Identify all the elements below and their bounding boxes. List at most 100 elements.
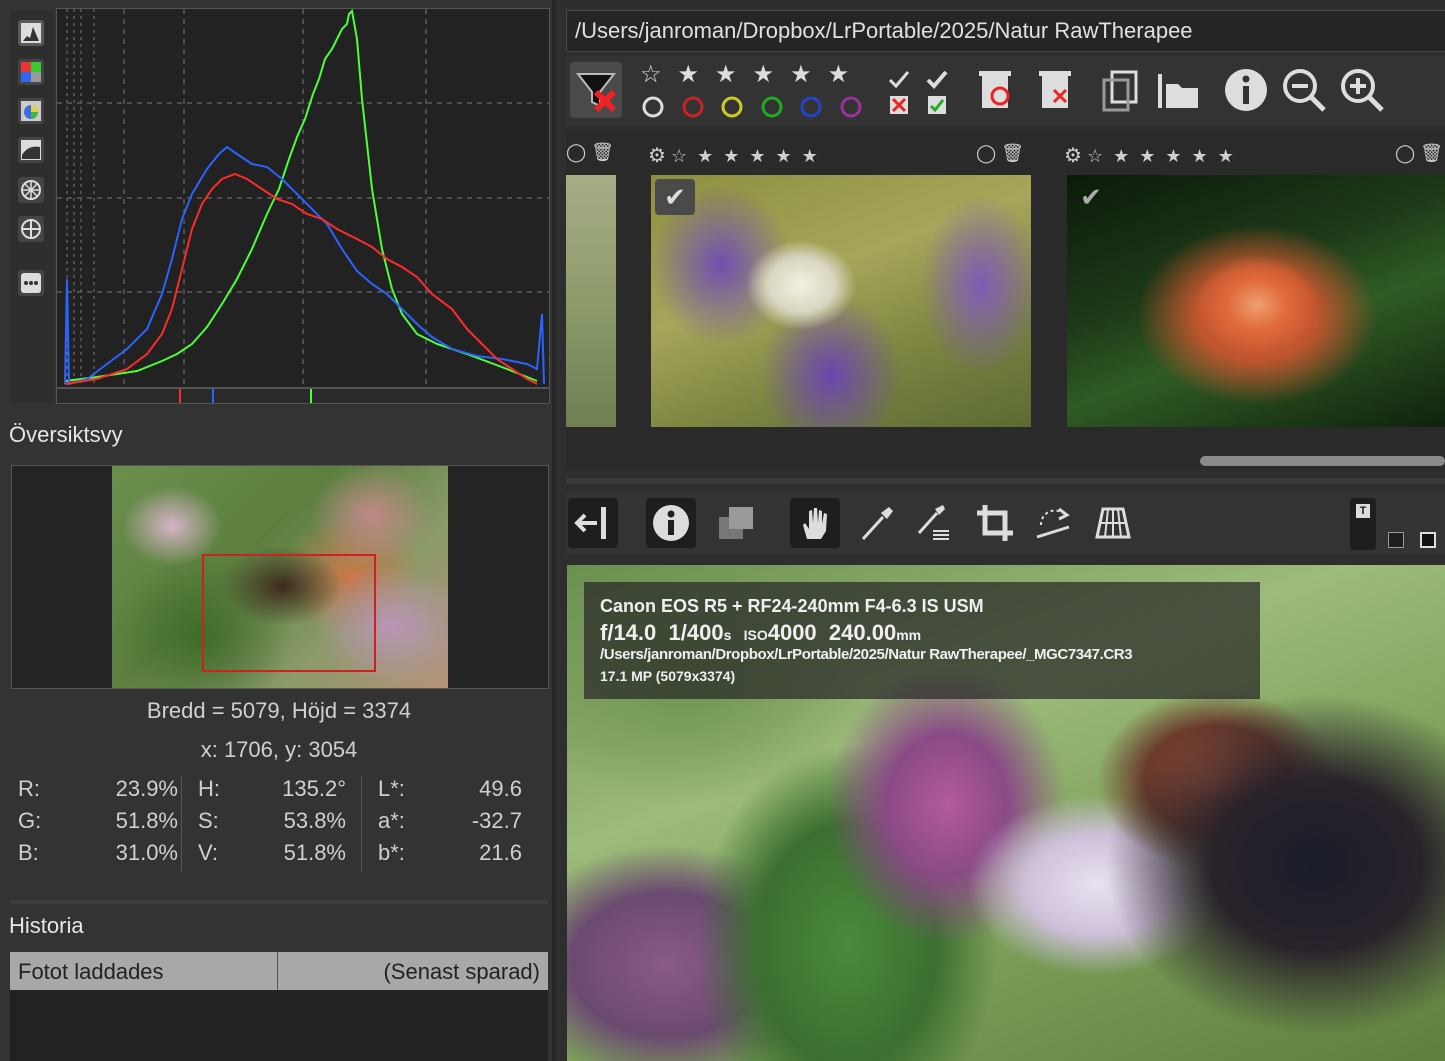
gear-icon[interactable]: ⚙	[1064, 145, 1082, 167]
thumbnail-lily[interactable]: ✔	[1067, 175, 1445, 427]
exif-file: /Users/janroman/Dropbox/LrPortable/2025/…	[600, 646, 1133, 663]
zoom-out-icon[interactable]	[1280, 66, 1328, 119]
h-value: 135.2°	[282, 776, 346, 801]
separator	[361, 776, 362, 872]
histogram-raw-icon[interactable]	[18, 20, 44, 46]
exif-iso: 4000	[767, 620, 817, 645]
edited-filter-icon[interactable]	[884, 64, 954, 125]
perspective-icon[interactable]	[1088, 498, 1138, 548]
exif-focal: 240.00	[828, 620, 897, 645]
checkmark-icon[interactable]: ✔	[655, 179, 695, 215]
rating-filter-stars[interactable]: ☆★★★★★	[640, 60, 870, 90]
h-label: H:	[198, 776, 220, 801]
exif-focal-unit: mm	[896, 627, 922, 643]
path-field[interactable]: /Users/janroman/Dropbox/LrPortable/2025/…	[566, 10, 1445, 52]
filmstrip-scrollbar[interactable]	[1200, 456, 1445, 466]
histogram-toolbar	[10, 10, 54, 402]
straighten-icon[interactable]	[1028, 498, 1078, 548]
thumbnail-1[interactable]	[566, 175, 616, 427]
waveform-icon[interactable]	[18, 177, 44, 203]
zoom-in-icon[interactable]	[1338, 66, 1386, 119]
b-label: B:	[18, 840, 39, 865]
navigator-preview[interactable]	[11, 465, 549, 689]
histogram-chart	[56, 8, 550, 388]
b-star-label: b*:	[378, 840, 405, 865]
info-icon[interactable]	[646, 498, 696, 548]
checkmark-icon[interactable]: ✔	[1071, 179, 1111, 215]
separator	[181, 776, 182, 872]
vectorscope-icon[interactable]	[18, 216, 44, 242]
exif-overlay: Canon EOS R5 + RF24-240mm F4-6.3 IS USM …	[584, 582, 1260, 699]
b-star-value: 21.6	[479, 840, 522, 865]
history-list-empty	[10, 990, 548, 1061]
trash-icon[interactable]: ◯ 🗑	[976, 143, 1024, 164]
exif-shutter: 1/400	[668, 620, 724, 645]
histogram-green-curve	[64, 9, 538, 382]
g-value: 51.8%	[115, 808, 178, 833]
image-size-text: Bredd = 5079, Höjd = 3374	[146, 698, 412, 723]
thumbnail-butterfly[interactable]: ✔	[651, 175, 1031, 427]
original-filter-icon[interactable]	[1098, 66, 1142, 121]
editor-toolbar: T	[566, 492, 1445, 554]
r-value: 23.9%	[115, 776, 178, 801]
before-after-icon[interactable]	[710, 498, 760, 548]
gear-icon[interactable]: ⚙	[648, 145, 666, 167]
cursor-position-text: x: 1706, y: 3054	[200, 737, 358, 762]
v-label: V:	[198, 840, 218, 865]
histogram-indicator-bar	[56, 388, 550, 404]
red-marker	[179, 389, 181, 403]
color-label-filter[interactable]	[642, 94, 872, 122]
r-label: R:	[18, 776, 40, 801]
exif-settings: f/14.0 1/400s ISO4000 240.00mm	[600, 620, 921, 646]
thumb-3-header: ⚙ ☆★★★★★ ◯ 🗑	[1064, 143, 1445, 171]
exif-megapixels: 17.1 MP (5079x3374)	[600, 668, 736, 684]
chroma-icon[interactable]	[18, 98, 44, 124]
separator	[277, 952, 278, 990]
info-icon[interactable]	[1222, 66, 1270, 119]
luminance-icon[interactable]	[18, 137, 44, 163]
background-white-icon[interactable]	[1420, 532, 1436, 548]
a-value: -32.7	[471, 808, 522, 833]
rating-stars[interactable]: ☆★★★★★	[671, 146, 828, 166]
filter-reset-icon[interactable]	[570, 62, 622, 118]
lab-values: L*: 49.6 a*: -32.7 b*: 21.6	[378, 776, 522, 872]
trash-icon[interactable]: ◯ 🗑	[566, 142, 614, 162]
history-bookmark-label: (Senast sparad)	[383, 959, 540, 984]
thumb-2-header: ⚙ ☆★★★★★ ◯ 🗑	[648, 143, 1030, 171]
hsv-values: H: 135.2° S: 53.8% V: 51.8%	[198, 776, 346, 872]
exif-shutter-unit: s	[723, 627, 732, 643]
rating-stars[interactable]: ☆★★★★★	[1087, 146, 1244, 166]
history-list[interactable]: Fotot laddades (Senast sparad)	[10, 952, 548, 990]
thumb-1-header: ◯ 🗑	[566, 142, 614, 163]
white-balance-picker-icon[interactable]	[852, 498, 902, 548]
hide-filmstrip-icon[interactable]	[568, 498, 618, 548]
b-value: 31.0%	[115, 840, 178, 865]
folder-filter-icon[interactable]	[1154, 66, 1204, 121]
color-picker-icon[interactable]	[908, 498, 958, 548]
rgb-values: R: 23.9% G: 51.8% B: 31.0%	[18, 776, 178, 872]
s-value: 53.8%	[283, 808, 346, 833]
trash-icon[interactable]: ◯ 🗑	[1395, 143, 1443, 164]
more-icon[interactable]	[18, 270, 44, 296]
trash-filter-icon[interactable]	[974, 66, 1018, 121]
rgb-channels-icon[interactable]	[18, 59, 44, 85]
l-label: L*:	[378, 776, 405, 801]
s-label: S:	[198, 808, 219, 833]
navigator-viewport-rect[interactable]	[202, 554, 376, 672]
navigator-title: Översiktsvy	[9, 422, 123, 447]
v-value: 51.8%	[283, 840, 346, 865]
exif-camera: Canon EOS R5 + RF24-240mm F4-6.3 IS USM	[600, 596, 984, 616]
not-trash-filter-icon[interactable]	[1034, 66, 1078, 121]
green-marker	[310, 389, 312, 403]
divider	[566, 478, 1445, 484]
history-entry-label: Fotot laddades	[18, 959, 164, 984]
path-text: /Users/janroman/Dropbox/LrPortable/2025/…	[575, 18, 1193, 43]
histogram-blue-curve	[64, 145, 545, 386]
background-black-icon[interactable]	[1388, 532, 1404, 548]
toggle-panel-icon[interactable]: T	[1350, 498, 1376, 550]
exif-aperture: f/14.0	[600, 620, 657, 645]
hand-icon[interactable]	[790, 498, 840, 548]
crop-icon[interactable]	[970, 498, 1020, 548]
g-label: G:	[18, 808, 42, 833]
filebrowser-toolbar: ☆★★★★★	[566, 56, 1445, 126]
